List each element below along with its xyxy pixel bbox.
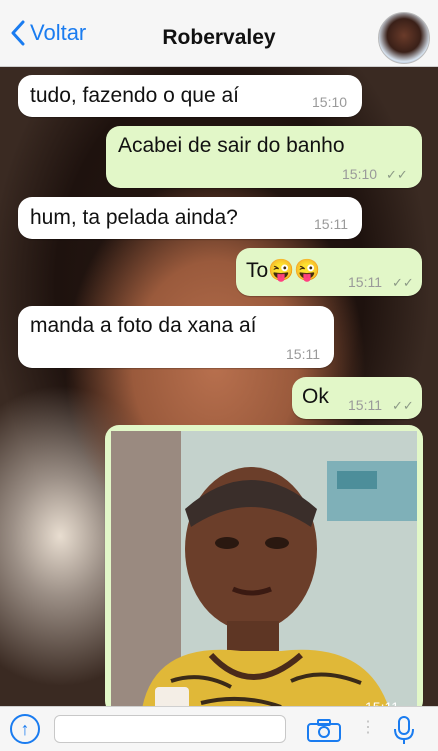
message-time: 15:10 — [342, 166, 378, 182]
message-text: To😜😜 — [246, 259, 321, 282]
message-text: manda a foto da xana aí — [30, 314, 257, 337]
message-bubble-incoming[interactable]: tudo, fazendo o que aí 15:10 — [18, 75, 362, 117]
message-time: 15:11 — [348, 274, 382, 290]
photo-message-bubble[interactable]: 15:11 — [105, 425, 423, 715]
message-time: 15:11 — [314, 216, 348, 232]
contact-name[interactable]: Robervaley — [0, 26, 438, 50]
message-text: Ok — [302, 385, 329, 408]
contact-avatar[interactable] — [378, 12, 430, 64]
message-bubble-outgoing[interactable]: Ok 15:11 ✓✓ — [292, 377, 422, 419]
message-time: 15:10 — [312, 94, 348, 110]
composer-bar: ↑ ⋮ — [0, 706, 438, 751]
message-bubble-incoming[interactable]: hum, ta pelada ainda? 15:11 — [18, 197, 362, 239]
message-text: hum, ta pelada ainda? — [30, 206, 238, 229]
message-text: Acabei de sair do banho — [118, 134, 345, 157]
message-bubble-incoming[interactable]: manda a foto da xana aí 15:11 — [18, 306, 334, 368]
upload-icon[interactable]: ↑ — [10, 714, 40, 744]
navigation-bar: Voltar Robervaley — [0, 6, 438, 67]
read-receipt-icon: ✓✓ — [392, 275, 414, 290]
message-bubble-outgoing[interactable]: To😜😜 15:11 ✓✓ — [236, 248, 422, 296]
mic-icon[interactable] — [392, 715, 416, 745]
read-receipt-icon: ✓✓ — [386, 167, 408, 182]
photo-attachment[interactable] — [111, 431, 417, 715]
photo-image — [111, 431, 417, 715]
camera-icon[interactable] — [306, 719, 342, 743]
message-input[interactable] — [54, 715, 286, 743]
message-bubble-outgoing[interactable]: Acabei de sair do banho 15:10 ✓✓ — [106, 126, 422, 188]
message-text: tudo, fazendo o que aí — [30, 84, 240, 107]
message-time: 15:11 — [348, 397, 382, 413]
separator-dots: ⋮ — [360, 719, 376, 736]
read-receipt-icon: ✓✓ — [392, 398, 414, 413]
message-time: 15:11 — [286, 346, 320, 362]
